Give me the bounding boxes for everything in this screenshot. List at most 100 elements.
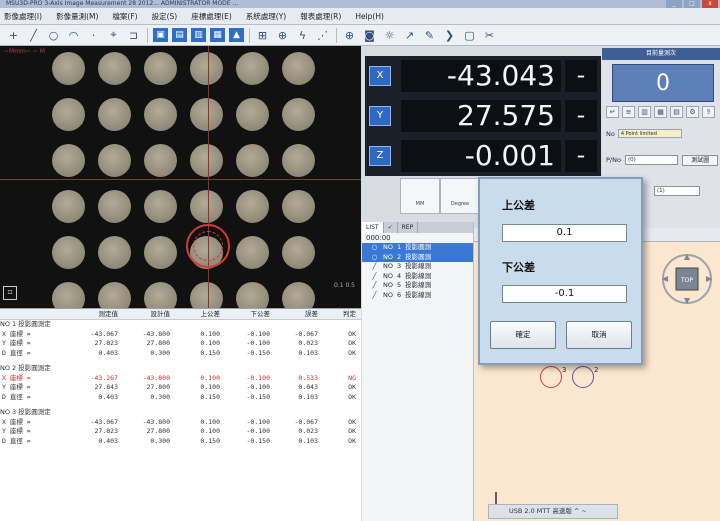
camera-mode-icon[interactable]: ⌗	[3, 286, 17, 300]
result-cell-measured: 27.843	[94, 383, 118, 391]
target-icon[interactable]: ⊕	[340, 27, 359, 44]
close-button[interactable]: x	[702, 0, 718, 8]
point-icon[interactable]: ·	[84, 27, 103, 44]
chevron-icon[interactable]: ❯	[440, 27, 459, 44]
grid-icon[interactable]: ▦	[654, 106, 667, 118]
mini-select[interactable]: (1)	[654, 186, 700, 196]
line-icon: ╱	[372, 262, 377, 270]
feature-item[interactable]: ○ NO 2 投影圓測	[362, 252, 473, 262]
tab-check[interactable]: ✓	[384, 222, 398, 233]
feature-circle-3[interactable]	[540, 366, 562, 388]
blue-tool-3-icon[interactable]: ▥	[191, 28, 206, 42]
result-cell-lower: -0.150	[246, 436, 270, 445]
tab-list[interactable]: LIST	[362, 222, 384, 233]
tab-rep[interactable]: REP	[398, 222, 419, 233]
result-row[interactable]: D 直徑 = 0.403 0.300 0.150 -0.150 0.103 OK	[0, 437, 361, 447]
edge-icon[interactable]: ⊐	[124, 27, 143, 44]
axis-z-button[interactable]: Z	[369, 146, 391, 166]
no-field[interactable]: 4 Point limited	[617, 129, 682, 138]
pn-button[interactable]: 測試圖	[682, 154, 718, 166]
minimize-button[interactable]: _	[666, 0, 682, 8]
feature-root[interactable]: 000:00	[362, 233, 473, 243]
result-cell-label: X 座標 =	[2, 417, 31, 426]
pointer-icon[interactable]: +	[4, 27, 23, 44]
lower-tolerance-input[interactable]: -0.1	[502, 285, 627, 303]
feature-no: NO	[383, 252, 393, 261]
axis-x-button[interactable]: X	[369, 66, 391, 86]
scissors-icon[interactable]: ✂	[480, 27, 499, 44]
unit-mm-button[interactable]: MM	[400, 178, 440, 214]
list-icon[interactable]: ≡	[622, 106, 635, 118]
axis-z-zero-button[interactable]: -	[565, 140, 597, 172]
menu-item-help[interactable]: Help(H)	[355, 12, 384, 21]
result-cell-measured: 0.403	[98, 348, 118, 357]
feature-circle-2[interactable]	[572, 366, 594, 388]
result-row[interactable]: Y 座標 = 27.843 27.800 0.100 -0.100 0.043 OK	[0, 383, 361, 393]
result-row[interactable]: X 座標 = -43.067 -43.800 0.100 -0.100 -0.067 OK	[0, 418, 361, 428]
maximize-button[interactable]: □	[684, 0, 700, 8]
result-row[interactable]: X 座標 = -43.067 -43.800 0.100 -0.100 -0.067 OK	[0, 330, 361, 340]
focus-icon[interactable]: ⌖	[104, 27, 123, 44]
return-icon[interactable]: ↵	[606, 106, 619, 118]
cancel-button[interactable]: 取消	[566, 321, 632, 349]
chart-icon[interactable]: ▥	[638, 106, 651, 118]
menu-item-system[interactable]: 系統處理(Y)	[246, 11, 286, 22]
box-icon[interactable]: ▢	[460, 27, 479, 44]
result-row[interactable]: Y 座標 = 27.823 27.800 0.100 -0.100 0.023 OK	[0, 339, 361, 349]
reference-dot	[282, 144, 315, 177]
axis-x-zero-button[interactable]: -	[565, 60, 597, 92]
feature-item[interactable]: ○ NO 1 投影圓測	[362, 243, 473, 253]
unit-degree-button[interactable]: Degree	[440, 178, 480, 214]
blue-tool-4-icon[interactable]: ▦	[210, 28, 225, 42]
result-cell-error: 0.043	[298, 383, 318, 391]
arc-icon[interactable]: ◠	[64, 27, 83, 44]
result-row[interactable]: D 直徑 = 0.403 0.300 0.150 -0.150 0.103 OK	[0, 393, 361, 403]
reference-dot	[144, 236, 177, 269]
ok-button[interactable]: 確定	[490, 321, 556, 349]
line-icon[interactable]: ╱	[24, 27, 43, 44]
axis-y-zero-button[interactable]: -	[565, 100, 597, 132]
blue-tool-2-icon[interactable]: ▤	[172, 28, 187, 42]
reference-dot	[144, 190, 177, 223]
light-icon[interactable]: ☼	[380, 27, 399, 44]
result-row[interactable]: X 座標 = -43.267 -43.800 0.100 -0.100 0.533 NG	[0, 374, 361, 384]
settings-icon[interactable]: ⚙	[686, 106, 699, 118]
pn-select[interactable]: (0)	[624, 155, 679, 165]
reference-dot	[190, 52, 223, 85]
grid-icon[interactable]: ⊞	[253, 27, 272, 44]
export-icon[interactable]: ⇪	[702, 106, 715, 118]
result-row[interactable]: Y 座標 = 27.823 27.800 0.100 -0.100 0.023 OK	[0, 427, 361, 437]
result-cell-error: -0.067	[294, 417, 318, 426]
menu-item-file[interactable]: 檔案(F)	[112, 11, 137, 22]
view-cube-icon[interactable]: TOP	[660, 252, 714, 306]
result-cell-upper: 0.150	[200, 348, 220, 357]
menu-item-image[interactable]: 影像處理(I)	[4, 11, 42, 22]
camera-view[interactable]: ~Mmm~ ~ M 0.1 0.5 ⌗	[0, 46, 361, 308]
upper-tolerance-input[interactable]: 0.1	[502, 224, 627, 242]
tool-icon[interactable]: ✎	[420, 27, 439, 44]
result-row[interactable]: D 直徑 = 0.403 0.300 0.150 -0.150 0.103 OK	[0, 349, 361, 359]
lightning-icon[interactable]: ϟ	[293, 27, 312, 44]
menu-item-report[interactable]: 報表處理(R)	[300, 11, 341, 22]
table-icon[interactable]: ▤	[670, 106, 683, 118]
menu-item-settings[interactable]: 設定(S)	[152, 11, 178, 22]
feature-item[interactable]: ╱ NO 4 投影線測	[362, 272, 473, 282]
axis-y-button[interactable]: Y	[369, 106, 391, 126]
menu-item-measure[interactable]: 影像量測(M)	[56, 11, 98, 22]
menu-item-coordinate[interactable]: 座標處理(E)	[191, 11, 232, 22]
camera-icon[interactable]: ◙	[360, 27, 379, 44]
feature-item[interactable]: ╱ NO 6 投影線測	[362, 291, 473, 301]
result-group-title: NO 1 投影圓測定	[0, 320, 51, 328]
arrow-icon[interactable]: ↗	[400, 27, 419, 44]
no-label: No	[606, 129, 615, 138]
pn-row: P/No (0) 測試圖	[606, 154, 718, 166]
feature-item[interactable]: ╱ NO 5 投影線測	[362, 281, 473, 291]
cross-icon[interactable]: ⊕	[273, 27, 292, 44]
zigzag-icon[interactable]: ⋰	[313, 27, 332, 44]
result-cell-lower: -0.100	[246, 339, 270, 347]
blue-tool-5-icon[interactable]: ▲	[229, 28, 244, 42]
blue-tool-1-icon[interactable]: ▣	[153, 28, 168, 42]
circle-icon[interactable]: ○	[44, 27, 63, 44]
feature-item[interactable]: ╱ NO 3 投影線測	[362, 262, 473, 272]
